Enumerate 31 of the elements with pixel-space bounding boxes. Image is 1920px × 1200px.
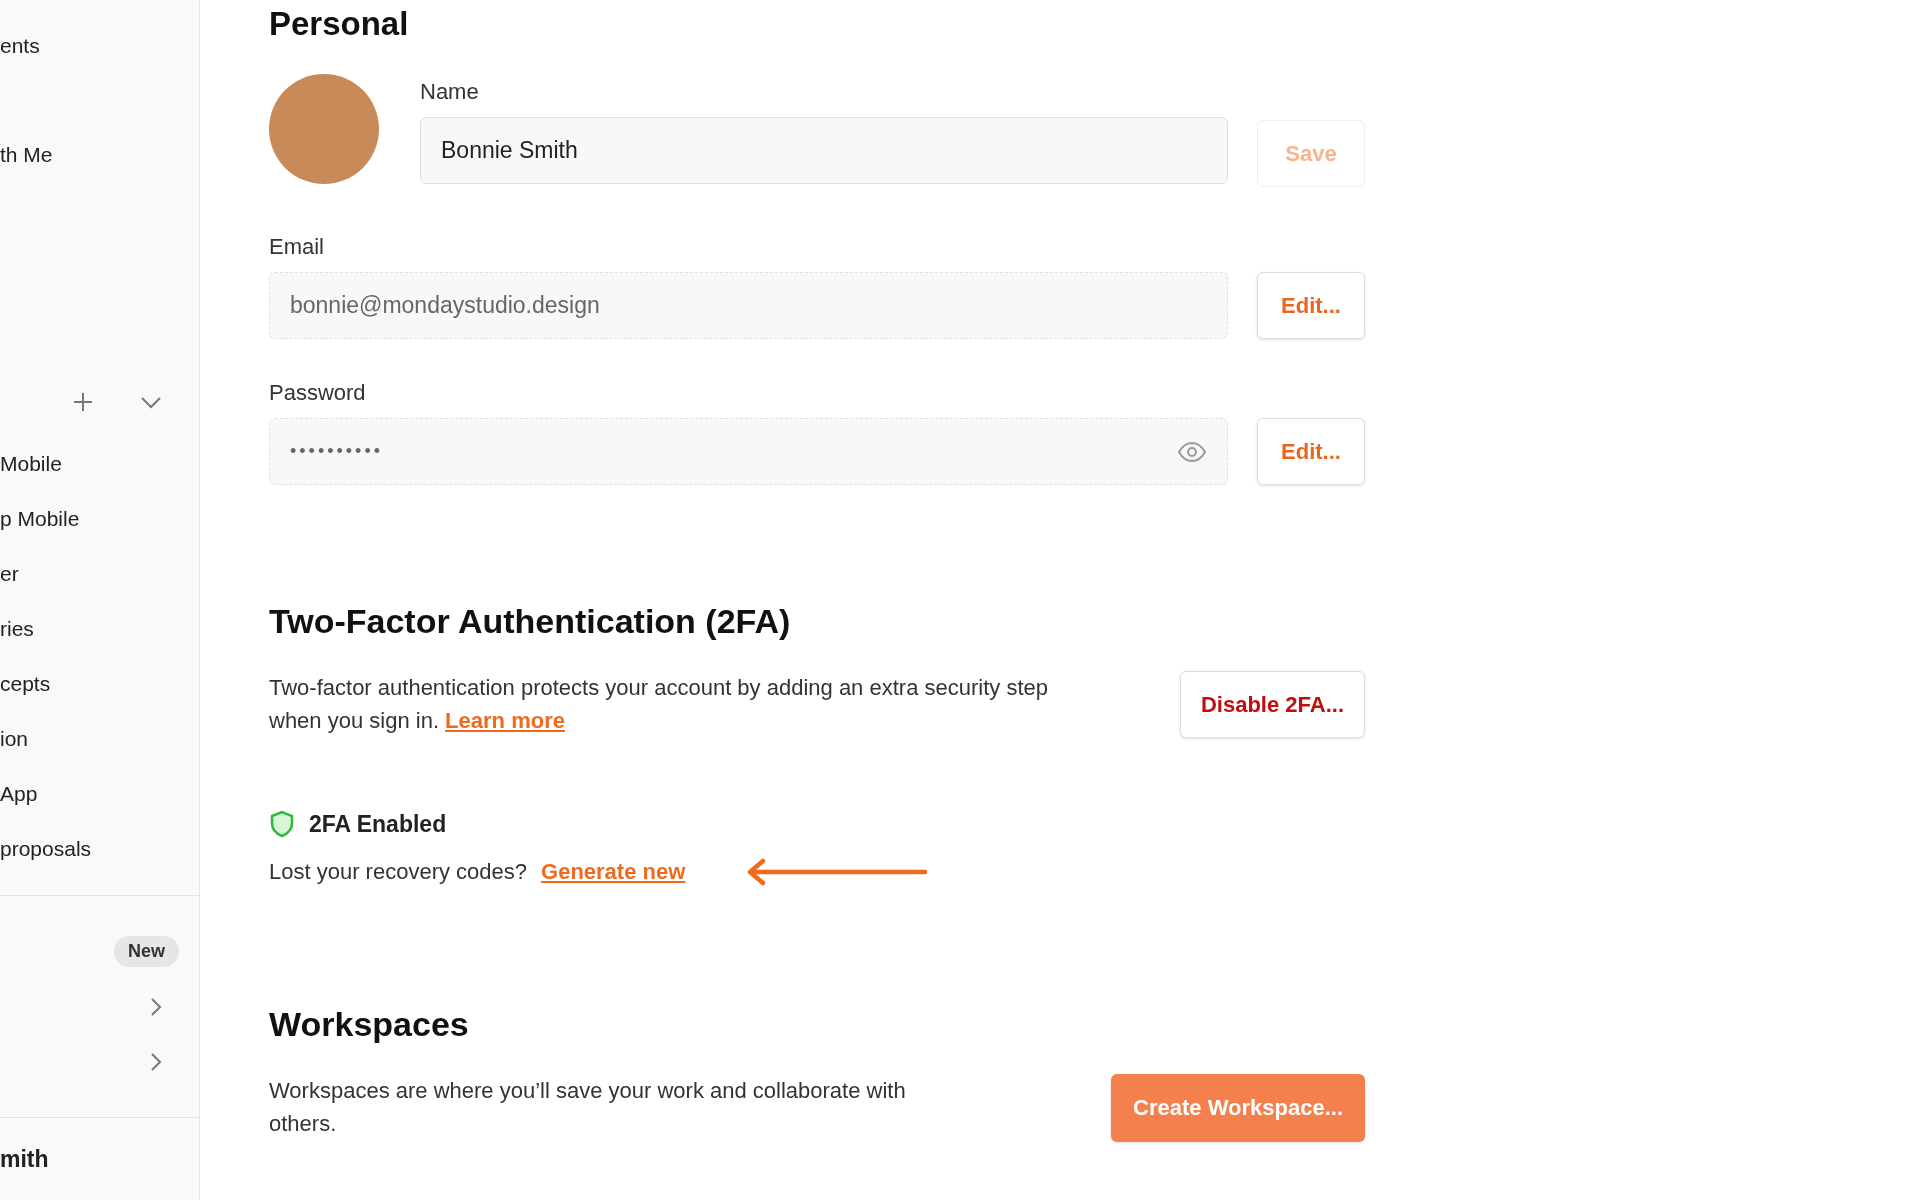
sidebar-item[interactable]: th Me bbox=[0, 143, 53, 167]
sidebar-item[interactable]: cepts bbox=[0, 671, 51, 696]
description-text: Workspaces are where you’ll save your work and collaborate with others. bbox=[269, 1077, 907, 1138]
field-label: Name bbox=[420, 79, 480, 105]
sidebar-item[interactable]: ries bbox=[0, 616, 34, 641]
eye-icon[interactable] bbox=[1177, 441, 1207, 462]
section-heading: Two-Factor Authentication (2FA) bbox=[269, 603, 792, 639]
sidebar-item[interactable]: App bbox=[0, 781, 38, 806]
disable-2fa-button[interactable]: Disable 2FA... bbox=[1179, 671, 1365, 738]
section-heading: Personal bbox=[269, 4, 410, 44]
status-text: 2FA Enabled bbox=[309, 810, 447, 838]
field-label: Password bbox=[269, 380, 367, 406]
password-field[interactable]: •••••••••• bbox=[269, 418, 1228, 485]
name-input-field[interactable]: Bonnie Smith bbox=[420, 117, 1228, 184]
description-text: Two-factor authentication protects your account by adding an extra security step when you sign in. Learn more bbox=[269, 674, 1049, 735]
email-field[interactable]: bonnie@mondaystudio.design bbox=[269, 272, 1228, 339]
chevron-right-icon[interactable] bbox=[149, 1050, 163, 1073]
sidebar-item[interactable]: ents bbox=[0, 34, 40, 58]
recovery-text: Lost your recovery codes? bbox=[269, 859, 528, 885]
new-badge: New bbox=[114, 936, 179, 967]
arrow-icon bbox=[745, 857, 928, 887]
plus-icon[interactable] bbox=[71, 390, 95, 414]
chevron-right-icon[interactable] bbox=[149, 995, 163, 1018]
sidebar-item[interactable]: Mobile bbox=[0, 451, 62, 476]
user-name[interactable]: mith bbox=[0, 1145, 49, 1173]
sidebar-item[interactable]: p Mobile bbox=[0, 506, 80, 531]
sidebar-item[interactable]: ion bbox=[0, 726, 29, 751]
section-heading: Workspaces bbox=[269, 1006, 470, 1042]
field-label: Email bbox=[269, 234, 325, 260]
sidebar-item[interactable]: proposals bbox=[0, 836, 92, 861]
sidebar-item[interactable]: er bbox=[0, 561, 19, 586]
